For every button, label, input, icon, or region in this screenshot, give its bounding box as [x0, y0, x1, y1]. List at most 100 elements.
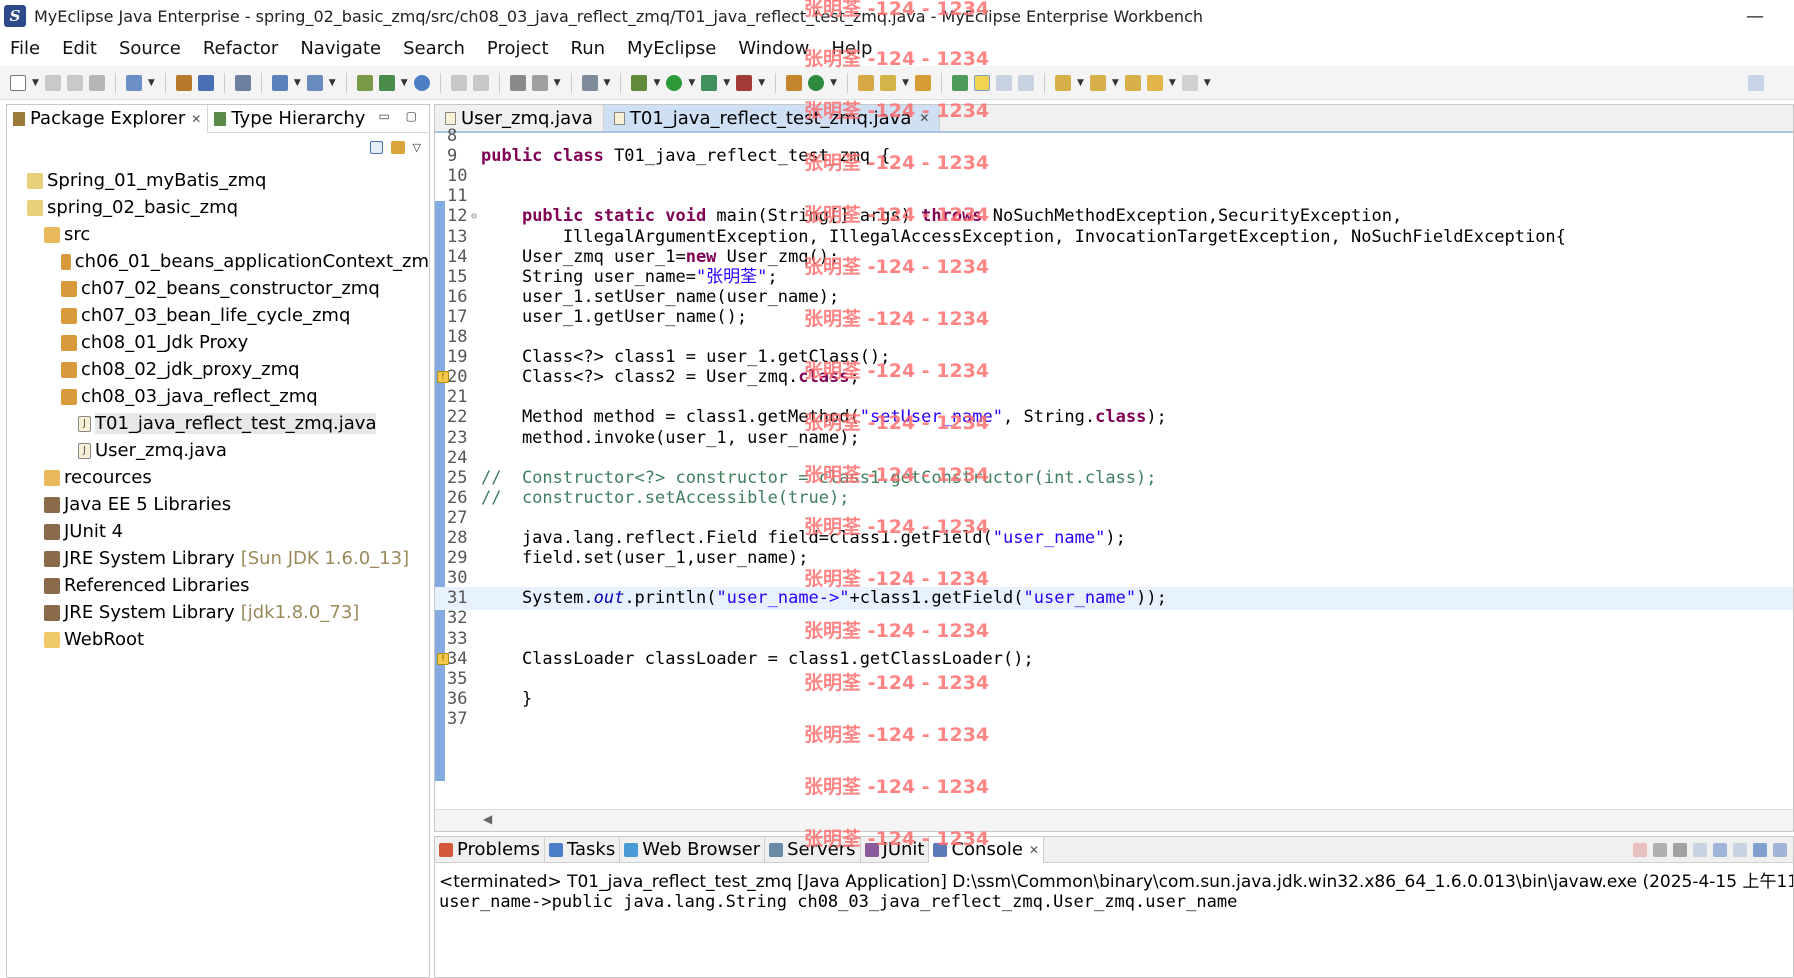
menu-run[interactable]: Run [571, 38, 606, 59]
menu-help[interactable]: Help [831, 38, 872, 59]
run-icon[interactable] [666, 74, 683, 91]
search-dropdown-icon[interactable]: ▼ [902, 78, 909, 88]
close-tab-icon[interactable]: ✕ [191, 112, 201, 126]
tab-problems[interactable]: Problems [435, 837, 545, 863]
deploy-icon[interactable] [197, 74, 214, 91]
previous-annotation-icon[interactable] [1089, 74, 1106, 91]
tree-item[interactable]: ch08_01_Jdk Proxy [7, 329, 429, 356]
run-server-icon[interactable] [271, 74, 288, 91]
forward-dropdown-icon[interactable]: ▼ [1204, 78, 1211, 88]
menu-myeclipse[interactable]: MyEclipse [627, 38, 716, 59]
display-selected-console-icon[interactable] [1753, 843, 1767, 857]
globe-icon[interactable] [413, 74, 430, 91]
show-whitespace-icon[interactable] [1017, 74, 1034, 91]
print-icon[interactable] [88, 74, 105, 91]
link-with-editor-icon[interactable] [390, 140, 405, 154]
show-console-output-icon[interactable] [1713, 843, 1727, 857]
menu-file[interactable]: File [10, 38, 40, 59]
new-java-class-icon[interactable] [808, 74, 825, 91]
tree-item[interactable]: ch07_03_bean_life_cycle_zmq [7, 302, 429, 329]
tree-item[interactable]: Java EE 5 Libraries [7, 491, 429, 518]
previous-annotation-dropdown-icon[interactable]: ▼ [1112, 78, 1119, 88]
open-type-icon[interactable] [125, 74, 142, 91]
tree-item[interactable]: WebRoot [7, 626, 429, 653]
code-area[interactable]: 8 9 public class T01_java_reflect_test_zmq… [435, 126, 1793, 809]
spelling-icon[interactable] [951, 74, 968, 91]
tab-package-explorer[interactable]: Package Explorer ✕ [7, 104, 209, 133]
refresh-dropdown-icon[interactable]: ▼ [554, 78, 561, 88]
tree-item[interactable]: JRE System Library [Sun JDK 1.6.0_13] [7, 545, 429, 572]
scroll-lock-icon[interactable] [1693, 843, 1707, 857]
warning-icon[interactable]: ! [437, 652, 449, 665]
tree-item[interactable]: Spring_01_myBatis_zmq [7, 167, 429, 194]
tree-item[interactable]: spring_02_basic_zmq [7, 194, 429, 221]
debug-bug-icon[interactable] [631, 74, 648, 91]
left-panel-window-controls[interactable]: ▭ ▢ [379, 109, 424, 123]
terminal-icon[interactable] [581, 74, 598, 91]
menu-source[interactable]: Source [119, 38, 181, 59]
new-file-icon[interactable] [10, 74, 26, 91]
close-tab-icon[interactable]: ✕ [1029, 843, 1039, 857]
debug-dropdown-icon[interactable]: ▼ [653, 78, 660, 88]
coverage-icon[interactable] [701, 74, 718, 91]
menu-search[interactable]: Search [403, 38, 465, 59]
forward-icon[interactable] [1181, 74, 1198, 91]
properties-icon[interactable] [509, 74, 526, 91]
next-annotation-dropdown-icon[interactable]: ▼ [1077, 78, 1084, 88]
open-type-dropdown-icon[interactable]: ▼ [148, 78, 155, 88]
tree-item[interactable]: J User_zmq.java [7, 437, 429, 464]
tab-tasks[interactable]: Tasks [545, 837, 621, 863]
tree-item[interactable]: JRE System Library [jdk1.8.0_73] [7, 599, 429, 626]
block-selection-icon[interactable] [995, 74, 1012, 91]
horizontal-scrollbar[interactable]: ◀ [435, 809, 1793, 831]
debug-server-dropdown-icon[interactable]: ▼ [329, 78, 336, 88]
debug-server-icon[interactable] [306, 74, 323, 91]
new-class-icon[interactable] [378, 74, 395, 91]
back-dropdown-icon[interactable]: ▼ [1169, 78, 1176, 88]
lock-icon[interactable] [234, 74, 251, 91]
tree-item[interactable]: ch07_02_beans_constructor_zmq [7, 275, 429, 302]
new-java-class-dropdown-icon[interactable]: ▼ [830, 78, 837, 88]
save-all-icon[interactable] [66, 74, 83, 91]
back-icon[interactable] [1146, 74, 1163, 91]
new-class-dropdown-icon[interactable]: ▼ [401, 78, 408, 88]
scroll-left-icon[interactable]: ◀ [483, 812, 492, 826]
menu-refactor[interactable]: Refactor [203, 38, 279, 59]
tree-item[interactable]: J T01_java_reflect_test_zmq.java [7, 410, 429, 437]
tree-item[interactable]: recources [7, 464, 429, 491]
refresh-icon[interactable] [531, 74, 548, 91]
menu-edit[interactable]: Edit [62, 38, 97, 59]
view-menu-icon[interactable]: ▽ [413, 141, 421, 154]
terminal-dropdown-icon[interactable]: ▼ [604, 78, 611, 88]
mark-occurrences-icon[interactable] [973, 74, 990, 91]
last-edit-location-icon[interactable] [1124, 74, 1141, 91]
new-web-project-icon[interactable] [356, 74, 373, 91]
open-folder-icon[interactable] [858, 74, 875, 91]
new-dropdown-icon[interactable]: ▼ [32, 78, 39, 88]
tab-servers[interactable]: Servers [765, 837, 861, 863]
external-tools-dropdown-icon[interactable]: ▼ [758, 78, 765, 88]
new-java-project-icon[interactable] [786, 74, 803, 91]
tab-console[interactable]: Console ✕ [929, 837, 1044, 863]
copy-icon[interactable] [472, 74, 489, 91]
tree-item[interactable]: ch06_01_beans_applicationContext_zm [7, 248, 429, 275]
tree-item[interactable]: src [7, 221, 429, 248]
terminate-icon[interactable] [1633, 843, 1647, 857]
run-dropdown-icon[interactable]: ▼ [688, 78, 695, 88]
tab-type-hierarchy[interactable]: Type Hierarchy [208, 105, 371, 133]
package-box-icon[interactable] [175, 74, 192, 91]
tree-item[interactable]: JUnit 4 [7, 518, 429, 545]
save-icon[interactable] [44, 74, 61, 91]
external-tools-icon[interactable] [736, 74, 753, 91]
collapse-all-icon[interactable] [369, 140, 383, 154]
menu-navigate[interactable]: Navigate [300, 38, 381, 59]
next-annotation-icon[interactable] [1054, 74, 1071, 91]
remove-all-terminated-icon[interactable] [1673, 843, 1687, 857]
tree-item[interactable]: Referenced Libraries [7, 572, 429, 599]
tab-junit[interactable]: JUnit [861, 837, 930, 863]
search-icon[interactable] [880, 74, 897, 91]
menu-project[interactable]: Project [487, 38, 549, 59]
tree-item[interactable]: ch08_03_java_reflect_zmq [7, 383, 429, 410]
coverage-dropdown-icon[interactable]: ▼ [723, 78, 730, 88]
tab-web-browser[interactable]: Web Browser [620, 837, 766, 863]
